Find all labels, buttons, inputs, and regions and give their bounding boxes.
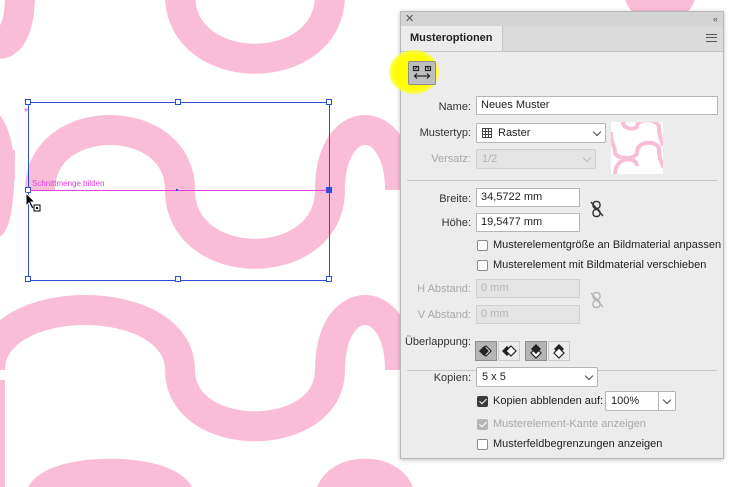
brick-offset-label: Versatz:	[431, 153, 471, 165]
copies-select[interactable]: 5 x 5	[476, 367, 598, 387]
pattern-type-label: Mustertyp:	[419, 127, 471, 139]
copies-value: 5 x 5	[482, 371, 506, 383]
pattern-tile-tool-icon	[412, 65, 432, 79]
selection-handle-top-center[interactable]	[175, 99, 181, 105]
selection-handle-top-right[interactable]	[326, 99, 332, 105]
pattern-preview-thumbnail	[611, 122, 663, 174]
tab-pattern-options[interactable]: Musteroptionen	[401, 26, 503, 51]
show-tile-edge-label: Musterelement-Kante anzeigen	[493, 418, 646, 430]
show-swatch-bounds-label: Musterfeldbegrenzungen anzeigen	[493, 438, 663, 450]
collapse-panel-icon[interactable]: ‹‹	[713, 12, 718, 26]
h-spacing-field[interactable]: 0 mm	[476, 279, 580, 298]
dim-copies-option[interactable]: Kopien abblenden auf:	[477, 393, 603, 409]
chevron-down-icon	[592, 127, 602, 137]
selection-handle-bottom-center[interactable]	[175, 276, 181, 282]
panel-tab-row: Musteroptionen	[401, 26, 723, 52]
bottom-in-front-button[interactable]	[548, 341, 570, 361]
brick-offset-value: 1/2	[482, 153, 498, 165]
show-tile-edge-checkbox[interactable]	[477, 418, 488, 430]
width-field[interactable]: 34,5722 mm	[476, 188, 580, 207]
selection-handle-bottom-left[interactable]	[25, 276, 31, 282]
move-tile-with-art-label: Musterelement mit Bildmaterial verschieb…	[493, 259, 707, 271]
chevron-down-icon	[662, 395, 672, 405]
smart-guide-line	[30, 190, 327, 191]
dim-copies-select[interactable]: 100%	[605, 391, 676, 411]
selection-bounding-box[interactable]	[28, 102, 330, 281]
arrow-cursor-icon	[25, 192, 41, 212]
name-label: Name:	[438, 101, 471, 113]
size-tile-to-art-label: Musterelementgröße an Bildmaterial anpas…	[493, 239, 722, 251]
center-point-marker	[176, 189, 178, 191]
right-in-front-icon	[502, 345, 517, 357]
height-label: Höhe:	[441, 217, 471, 229]
grid-icon	[482, 128, 492, 138]
show-swatch-bounds-checkbox[interactable]	[477, 438, 488, 450]
divider	[407, 180, 717, 181]
overlap-label: Überlappung:	[404, 336, 471, 348]
brick-offset-select[interactable]: 1/2	[476, 149, 596, 169]
pattern-options-panel: ✕ ‹‹ Musteroptionen Name: Neues Muster M…	[389, 11, 724, 459]
move-tile-with-art-option[interactable]: Musterelement mit Bildmaterial verschieb…	[477, 257, 706, 273]
name-field[interactable]: Neues Muster	[476, 96, 718, 115]
smart-guide-label: Schnittmenge bilden	[32, 179, 105, 188]
bottom-in-front-icon	[553, 344, 565, 359]
dim-copies-checkbox[interactable]	[477, 395, 488, 407]
pattern-type-value: Raster	[498, 127, 531, 139]
menu-icon[interactable]	[706, 34, 717, 42]
left-in-front-icon	[479, 345, 492, 357]
panel-title-bar[interactable]: ✕ ‹‹	[401, 12, 723, 27]
close-icon[interactable]: ✕	[405, 12, 414, 26]
show-swatch-bounds-option[interactable]: Musterfeldbegrenzungen anzeigen	[477, 436, 662, 452]
top-in-front-icon	[530, 344, 542, 359]
right-in-front-button[interactable]	[498, 341, 520, 361]
v-spacing-label: V Abstand:	[417, 309, 471, 321]
size-tile-to-art-option[interactable]: Musterelementgröße an Bildmaterial anpas…	[477, 237, 721, 253]
dim-copies-value: 100%	[611, 395, 640, 407]
chevron-down-icon	[584, 371, 594, 381]
chevron-down-icon	[582, 153, 592, 163]
width-label: Breite:	[439, 193, 471, 205]
dim-copies-label: Kopien abblenden auf:	[493, 395, 604, 407]
selection-handle-top-left[interactable]	[25, 99, 31, 105]
show-tile-edge-option[interactable]: Musterelement-Kante anzeigen	[477, 416, 646, 432]
unlink-spacing-icon[interactable]	[590, 291, 604, 309]
unlink-proportions-icon[interactable]	[590, 200, 604, 218]
height-field[interactable]: 19,5477 mm	[476, 213, 580, 232]
v-spacing-field[interactable]: 0 mm	[476, 305, 580, 324]
move-tile-with-art-checkbox[interactable]	[477, 259, 488, 271]
dim-copies-dropdown-divider	[658, 392, 659, 410]
pattern-type-select[interactable]: Raster	[476, 123, 606, 143]
h-spacing-label: H Abstand:	[417, 283, 471, 295]
copies-label: Kopien:	[433, 372, 471, 384]
anchor-mark-icon: *	[24, 107, 28, 118]
size-tile-to-art-checkbox[interactable]	[477, 239, 488, 251]
top-in-front-button[interactable]	[525, 341, 547, 361]
selection-handle-bottom-right[interactable]	[326, 276, 332, 282]
pattern-tile-tool-button[interactable]	[408, 61, 436, 85]
left-in-front-button[interactable]	[475, 341, 497, 361]
